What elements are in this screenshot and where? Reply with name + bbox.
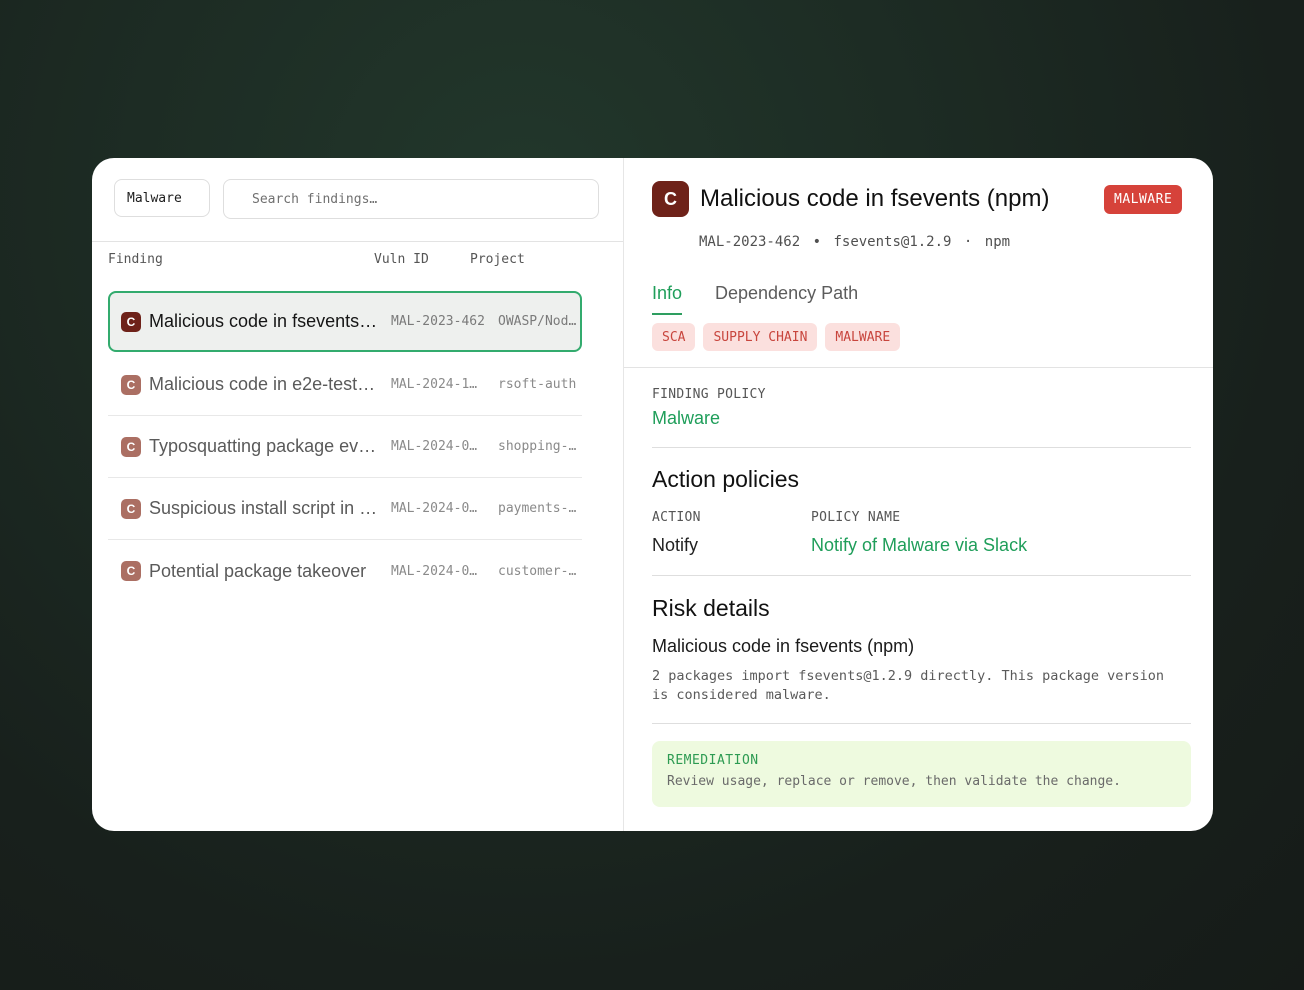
tab-info[interactable]: Info — [652, 283, 683, 315]
risk-details-heading: Risk details — [652, 595, 770, 621]
table-row[interactable]: C Malicious code in fsevents (npm) MAL-2… — [108, 291, 582, 352]
finding-project: rsoft-auth — [498, 377, 577, 392]
policy-name-column-label: POLICY NAME — [811, 510, 901, 525]
finding-detail-panel: C Malicious code in fsevents (npm) MALWA… — [624, 158, 1213, 831]
action-column-label: ACTION — [652, 510, 701, 525]
detail-header: C Malicious code in fsevents (npm) MALWA… — [624, 158, 1213, 368]
meta-package: fsevents@1.2.9 — [833, 234, 952, 250]
meta-separator: • — [812, 234, 822, 250]
severity-critical-icon: C — [121, 436, 141, 457]
finding-title: Typosquatting package event-stream — [149, 436, 379, 456]
risk-description: 2 packages import fsevents@1.2.9 directl… — [652, 668, 1165, 703]
finding-vuln-id: MAL-2024-1… — [391, 377, 478, 392]
finding-project: payments-api — [498, 501, 582, 516]
finding-project: shopping-cart — [498, 439, 582, 454]
finding-vuln-id: MAL-2024-0… — [391, 563, 478, 579]
finding-project: customer-portal — [498, 563, 582, 579]
malware-badge: MALWARE — [1104, 185, 1183, 214]
table-row[interactable]: C Malicious code in e2e-test-utils MAL-2… — [108, 354, 582, 416]
table-row[interactable]: C Suspicious install script in package M… — [108, 478, 582, 540]
finding-policy-link[interactable]: Malware — [652, 408, 1191, 429]
remediation-text: Review usage, replace or remove, then va… — [667, 774, 1121, 789]
finding-policy-label: FINDING POLICY — [652, 387, 766, 402]
filter-bar: Malware Search findings… — [92, 158, 623, 242]
findings-list-panel: Malware Search findings… Finding Vuln ID… — [92, 158, 624, 831]
column-header-finding[interactable]: Finding — [108, 252, 163, 267]
detail-meta: MAL-2023-462 • fsevents@1.2.9 · npm — [699, 234, 1014, 250]
action-policies-section: Action policies — [652, 466, 1191, 493]
risk-details-section: Risk details Malicious code in fsevents … — [652, 595, 1191, 705]
tab-dependency-path[interactable]: Dependency Path — [715, 283, 858, 304]
finding-title: Malicious code in fsevents (npm) — [149, 311, 379, 331]
column-header-project[interactable]: Project — [470, 252, 525, 267]
remediation-box: REMEDIATION Review usage, replace or rem… — [652, 741, 1191, 807]
divider — [652, 723, 1191, 724]
policy-name-link[interactable]: Notify of Malware via Slack — [811, 535, 1161, 556]
severity-critical-icon: C — [121, 561, 141, 581]
tag-sca: SCA — [652, 323, 696, 351]
findings-card: Malware Search findings… Finding Vuln ID… — [92, 158, 1213, 831]
severity-critical-icon: C — [652, 181, 689, 217]
finding-vuln-id: MAL-2024-0… — [391, 439, 478, 454]
column-header-vuln-id[interactable]: Vuln ID — [374, 252, 429, 267]
finding-title: Suspicious install script in package — [149, 498, 379, 518]
action-policies-heading: Action policies — [652, 466, 800, 492]
tag-supply-chain: SUPPLY CHAIN — [703, 323, 818, 351]
table-row[interactable]: C Potential package takeover MAL-2024-0…… — [108, 540, 582, 602]
search-input[interactable]: Search findings… — [223, 179, 599, 219]
severity-critical-icon: C — [121, 311, 141, 332]
finding-vuln-id: MAL-2024-0… — [391, 501, 478, 516]
finding-vuln-id: MAL-2023-462 — [391, 314, 485, 329]
detail-title: Malicious code in fsevents (npm) — [700, 185, 1050, 212]
filter-label: Malware — [127, 190, 182, 206]
tag-malware: MALWARE — [825, 323, 901, 351]
severity-critical-icon: C — [121, 374, 141, 395]
divider — [652, 575, 1191, 576]
meta-ecosystem: npm — [984, 234, 1011, 250]
findings-table: C Malicious code in fsevents (npm) MAL-2… — [108, 291, 582, 602]
table-row[interactable]: C Typosquatting package event-stream MAL… — [108, 416, 582, 478]
search-placeholder: Search findings… — [252, 191, 378, 207]
divider — [652, 447, 1191, 448]
finding-policy-section: FINDING POLICY Malware — [652, 387, 1191, 429]
finding-title: Potential package takeover — [149, 560, 367, 581]
tag-list: SCA SUPPLY CHAIN MALWARE — [652, 323, 901, 351]
risk-subtitle: Malicious code in fsevents (npm) — [652, 636, 915, 656]
remediation-label: REMEDIATION — [667, 753, 759, 768]
severity-critical-icon: C — [121, 498, 141, 519]
meta-separator: · — [963, 234, 973, 250]
action-value: Notify — [652, 535, 699, 555]
finding-title: Malicious code in e2e-test-utils — [149, 374, 379, 394]
meta-vuln-id: MAL-2023-462 — [699, 234, 801, 250]
finding-project: OWASP/NodeGoat — [498, 314, 582, 329]
filter-dropdown[interactable]: Malware — [114, 179, 210, 217]
